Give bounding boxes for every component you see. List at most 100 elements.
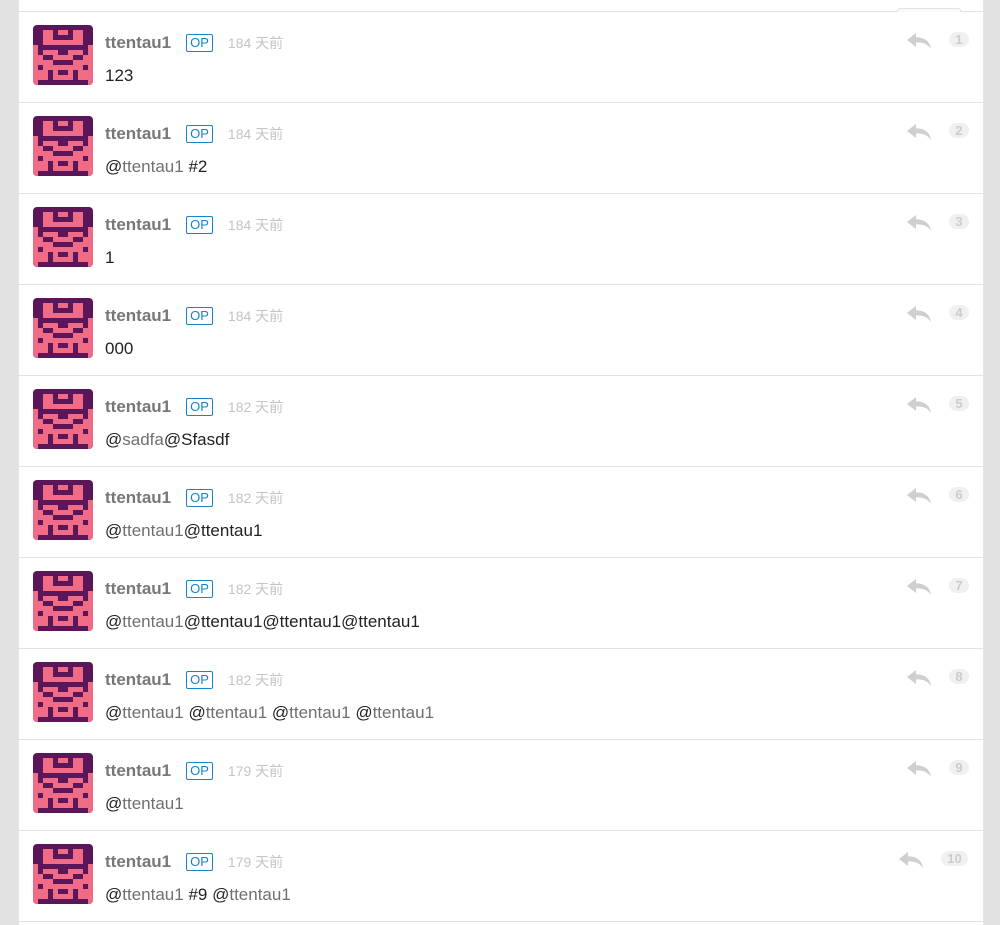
avatar[interactable] xyxy=(33,389,93,449)
content-text: #9 @ xyxy=(183,885,230,904)
username-link[interactable]: ttentau1 xyxy=(105,761,171,781)
mention-link[interactable]: ttentau1 xyxy=(122,703,183,722)
avatar[interactable] xyxy=(33,116,93,176)
reply-cell: ttentau1 OP 182 天前 @ttentau1@ttentau1@tt… xyxy=(19,558,983,649)
reply-content: 123 xyxy=(105,66,133,86)
identicon-avatar xyxy=(33,207,93,267)
avatar[interactable] xyxy=(33,480,93,540)
reply-content: 1 xyxy=(105,248,114,268)
avatar[interactable] xyxy=(33,753,93,813)
mention-link[interactable]: ttentau1 xyxy=(206,703,267,722)
mention-link[interactable]: ttentau1 xyxy=(229,885,290,904)
reply-cell: ttentau1 OP 184 天前 @ttentau1 #2 2 xyxy=(19,103,983,194)
reply-arrow-icon[interactable] xyxy=(897,849,925,871)
content-text: 1 xyxy=(105,248,115,267)
reply-time: 182 天前 xyxy=(227,672,284,688)
username-link[interactable]: ttentau1 xyxy=(105,306,171,326)
reply-header: ttentau1 OP 184 天前 xyxy=(105,214,283,236)
op-badge: OP xyxy=(186,398,213,416)
reply-time: 184 天前 xyxy=(227,308,284,324)
username-link[interactable]: ttentau1 xyxy=(105,670,171,690)
identicon-avatar xyxy=(33,298,93,358)
identicon-avatar xyxy=(33,480,93,540)
content-text: @ xyxy=(105,430,123,449)
mention-link[interactable]: ttentau1 xyxy=(122,612,183,631)
reply-header: ttentau1 OP 182 天前 xyxy=(105,396,283,418)
floor-number-badge: 10 xyxy=(941,851,968,866)
content-text: #2 xyxy=(183,157,208,176)
mention-link[interactable]: ttentau1 xyxy=(122,157,183,176)
content-text: @ xyxy=(105,612,123,631)
reply-arrow-icon[interactable] xyxy=(905,121,933,143)
reply-content: @ttentau1@ttentau1 xyxy=(105,521,262,541)
mention-link[interactable]: ttentau1 xyxy=(122,885,183,904)
reply-header: ttentau1 OP 184 天前 xyxy=(105,32,283,54)
content-text: @ xyxy=(105,703,123,722)
floor-number-badge: 4 xyxy=(949,305,969,320)
content-text: @ xyxy=(350,703,373,722)
reply-cell: ttentau1 OP 179 天前 @ttentau1 9 xyxy=(19,740,983,831)
mention-link[interactable]: sadfa xyxy=(122,430,164,449)
avatar[interactable] xyxy=(33,844,93,904)
content-text: @ xyxy=(183,703,206,722)
reply-time: 182 天前 xyxy=(227,399,284,415)
reply-arrow-icon[interactable] xyxy=(905,667,933,689)
reply-arrow-icon[interactable] xyxy=(905,758,933,780)
reply-content: @ttentau1 @ttentau1 @ttentau1 @ttentau1 xyxy=(105,703,434,723)
identicon-avatar xyxy=(33,571,93,631)
identicon-avatar xyxy=(33,662,93,722)
username-link[interactable]: ttentau1 xyxy=(105,215,171,235)
mention-link[interactable]: ttentau1 xyxy=(122,521,183,540)
reply-arrow-icon[interactable] xyxy=(905,30,933,52)
reply-cell: ttentau1 OP 182 天前 @ttentau1@ttentau1 6 xyxy=(19,467,983,558)
op-badge: OP xyxy=(186,671,213,689)
reply-arrow-icon[interactable] xyxy=(905,394,933,416)
floor-number-badge: 5 xyxy=(949,396,969,411)
mention-link[interactable]: ttentau1 xyxy=(373,703,434,722)
username-link[interactable]: ttentau1 xyxy=(105,33,171,53)
reply-cell: ttentau1 OP 179 天前 @ttentau1 #9 @ttentau… xyxy=(19,831,983,922)
reply-arrow-icon[interactable] xyxy=(905,576,933,598)
reply-header: ttentau1 OP 182 天前 xyxy=(105,487,283,509)
username-link[interactable]: ttentau1 xyxy=(105,397,171,417)
reply-content: @sadfa@Sfasdf xyxy=(105,430,229,450)
username-link[interactable]: ttentau1 xyxy=(105,124,171,144)
username-link[interactable]: ttentau1 xyxy=(105,852,171,872)
floor-number-badge: 1 xyxy=(949,32,969,47)
content-text: @ xyxy=(105,157,123,176)
reply-arrow-icon[interactable] xyxy=(905,212,933,234)
reply-time: 184 天前 xyxy=(227,35,284,51)
avatar[interactable] xyxy=(33,571,93,631)
content-text: @Sfasdf xyxy=(163,430,230,449)
op-badge: OP xyxy=(186,580,213,598)
reply-arrow-icon[interactable] xyxy=(905,303,933,325)
content-text: @ xyxy=(105,521,123,540)
reply-cell: ttentau1 OP 184 天前 123 1 xyxy=(19,12,983,103)
username-link[interactable]: ttentau1 xyxy=(105,579,171,599)
content-text: 000 xyxy=(105,339,134,358)
avatar[interactable] xyxy=(33,25,93,85)
reply-content: @ttentau1@ttentau1@ttentau1@ttentau1 xyxy=(105,612,420,632)
avatar[interactable] xyxy=(33,298,93,358)
reply-cell: ttentau1 OP 182 天前 @ttentau1 @ttentau1 @… xyxy=(19,649,983,740)
reply-arrow-icon[interactable] xyxy=(905,485,933,507)
reply-time: 184 天前 xyxy=(227,217,284,233)
reply-header: ttentau1 OP 179 天前 xyxy=(105,760,283,782)
mention-link[interactable]: ttentau1 xyxy=(289,703,350,722)
reply-cell: ttentau1 OP 184 天前 1 3 xyxy=(19,194,983,285)
reply-time: 182 天前 xyxy=(227,490,284,506)
floor-number-badge: 7 xyxy=(949,578,969,593)
reply-time: 179 天前 xyxy=(227,763,284,779)
avatar[interactable] xyxy=(33,662,93,722)
reply-list-top-edge xyxy=(19,0,983,12)
identicon-avatar xyxy=(33,389,93,449)
op-badge: OP xyxy=(186,853,213,871)
reply-time: 182 天前 xyxy=(227,581,284,597)
floor-number-badge: 2 xyxy=(949,123,969,138)
op-badge: OP xyxy=(186,125,213,143)
avatar[interactable] xyxy=(33,207,93,267)
username-link[interactable]: ttentau1 xyxy=(105,488,171,508)
mention-link[interactable]: ttentau1 xyxy=(122,794,183,813)
reply-cells: ttentau1 OP 184 天前 123 1 ttentau1 OP 184… xyxy=(19,12,983,922)
content-text: @ xyxy=(105,885,123,904)
